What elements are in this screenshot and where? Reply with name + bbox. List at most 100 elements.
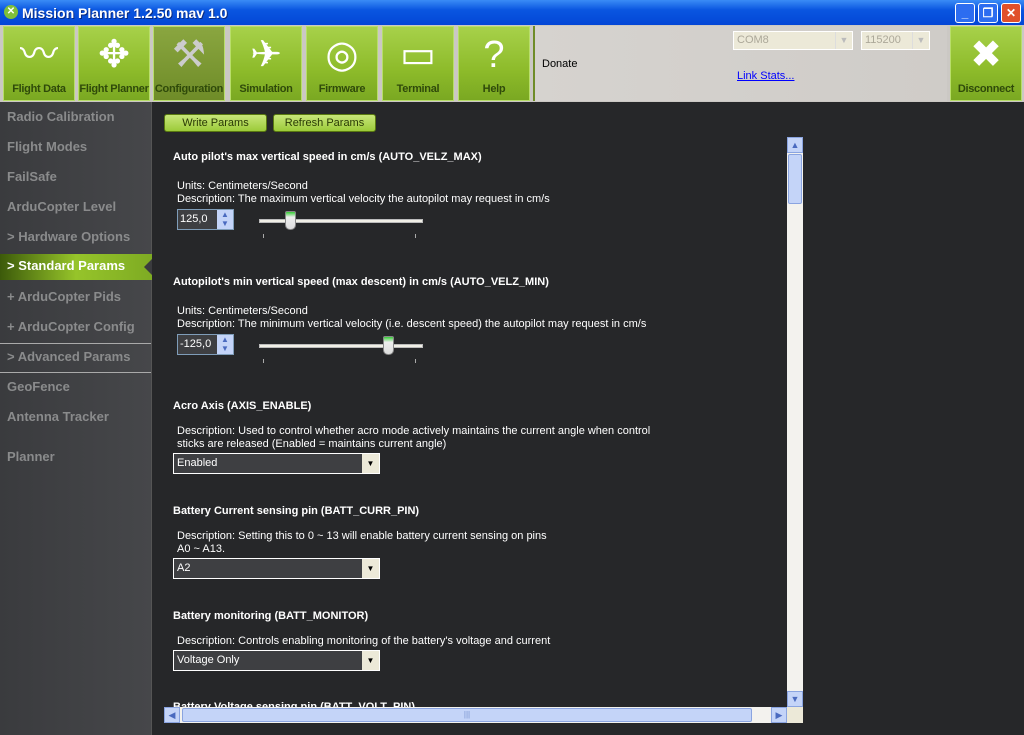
param-description: Description: Setting this to 0 ~ 13 will… (177, 530, 547, 542)
terminal-button[interactable]: ▭ Terminal (382, 26, 454, 101)
spinner-arrows-icon[interactable]: ▲ ▼ (217, 335, 233, 354)
auto-velz-min-slider[interactable] (259, 336, 423, 366)
chevron-down-icon: ▼ (912, 32, 929, 49)
selection-notch-icon (144, 259, 152, 275)
batt-monitor-select[interactable]: Voltage Only ▼ (173, 650, 380, 671)
refresh-params-button[interactable]: Refresh Params (273, 114, 376, 132)
simulation-button[interactable]: ✈ Simulation (230, 26, 302, 101)
sidebar-item-arducopter-pids[interactable]: + ArduCopter Pids (7, 289, 121, 304)
slider-tick (263, 359, 264, 363)
flight-planner-button[interactable]: ✥ Flight Planner (78, 26, 150, 101)
slider-track (259, 344, 423, 348)
sidebar-item-label: > Standard Params (7, 258, 126, 273)
scroll-thumb[interactable]: ||| (182, 708, 752, 722)
write-params-button[interactable]: Write Params (164, 114, 267, 132)
auto-velz-max-slider[interactable] (259, 211, 423, 241)
sidebar-item-advanced-params[interactable]: > Advanced Params (7, 349, 130, 364)
param-value: 125,0 (180, 213, 208, 225)
param-title: Battery Current sensing pin (BATT_CURR_P… (173, 505, 420, 517)
firmware-button[interactable]: ◎ Firmware (306, 26, 378, 101)
scroll-corner (787, 707, 803, 723)
main-toolbar: 〰 Flight Data ✥ Flight Planner ⚒ Configurat… (0, 25, 1024, 102)
help-button[interactable]: ? Help (458, 26, 530, 101)
configuration-button[interactable]: ⚒ Configuration (153, 26, 225, 101)
param-description: A0 ~ A13. (177, 543, 226, 555)
param-description: Description: The maximum vertical veloci… (177, 193, 550, 205)
sidebar-item-hardware-options[interactable]: > Hardware Options (7, 229, 130, 244)
pulse-icon: 〰 (19, 34, 58, 76)
param-title: Acro Axis (AXIS_ENABLE) (173, 400, 312, 412)
computer-plane-icon: ✈ (250, 34, 282, 76)
divider (0, 343, 151, 344)
compass-icon: ✥ (98, 34, 130, 76)
param-value: -125,0 (180, 338, 212, 350)
scroll-left-icon[interactable]: ◀ (164, 707, 180, 723)
app-logo-icon: ✕ (4, 5, 18, 19)
batt-curr-pin-select[interactable]: A2 ▼ (173, 558, 380, 579)
port-select[interactable]: COM8 ▼ (733, 31, 853, 50)
sidebar-item-geofence[interactable]: GeoFence (7, 379, 70, 394)
sidebar-item-arducopter-level[interactable]: ArduCopter Level (7, 199, 116, 214)
param-description: Description: The minimum vertical veloci… (177, 318, 647, 330)
scroll-up-icon[interactable]: ▲ (787, 137, 803, 153)
param-units: Units: Centimeters/Second (177, 180, 308, 192)
chevron-down-icon: ▼ (835, 32, 852, 49)
param-value: Enabled (177, 457, 218, 469)
button-label: Flight Data (12, 83, 66, 95)
restore-button[interactable]: ❐ (978, 3, 998, 23)
slider-thumb[interactable] (285, 211, 297, 230)
close-button[interactable]: ✕ (1001, 3, 1021, 23)
scroll-down-icon[interactable]: ▼ (787, 691, 803, 707)
chevron-down-icon: ▼ (362, 454, 379, 473)
disconnect-button[interactable]: ✖ Disconnect (950, 26, 1022, 101)
wrench-icon: ⚒ (171, 34, 207, 76)
param-description: Description: Controls enabling monitorin… (177, 635, 551, 647)
sidebar-item-standard-params[interactable]: > Standard Params (0, 254, 152, 280)
slider-tick (415, 359, 416, 363)
title-bar: ✕ Mission Planner 1.2.50 mav 1.0 _ ❐ ✕ (0, 0, 1024, 25)
spinner-arrows-icon[interactable]: ▲ ▼ (217, 210, 233, 229)
disc-icon: ◎ (325, 34, 359, 76)
terminal-icon: ▭ (400, 34, 436, 76)
auto-velz-max-input[interactable]: 125,0 ▲ ▼ (177, 209, 234, 230)
minimize-button[interactable]: _ (955, 3, 975, 23)
param-description: sticks are released (Enabled = maintains… (177, 438, 447, 450)
vertical-scrollbar[interactable]: ▲ ▼ (787, 137, 803, 707)
sidebar-item-arducopter-config[interactable]: + ArduCopter Config (7, 319, 135, 334)
param-title: Battery monitoring (BATT_MONITOR) (173, 610, 369, 622)
button-label: Disconnect (957, 83, 1015, 95)
scroll-right-icon[interactable]: ▶ (771, 707, 787, 723)
scroll-thumb[interactable] (788, 154, 802, 204)
sidebar: Radio Calibration Flight Modes FailSafe … (0, 102, 152, 735)
button-label: Flight Planner (79, 83, 149, 95)
param-value: Voltage Only (177, 654, 240, 666)
param-title: Autopilot's min vertical speed (max desc… (173, 276, 549, 288)
auto-velz-min-input[interactable]: -125,0 ▲ ▼ (177, 334, 234, 355)
param-title: Auto pilot's max vertical speed in cm/s … (173, 151, 482, 163)
sidebar-item-planner[interactable]: Planner (7, 449, 55, 464)
sidebar-item-failsafe[interactable]: FailSafe (7, 169, 57, 184)
divider (0, 372, 151, 373)
link-stats-link[interactable]: Link Stats... (737, 70, 794, 82)
baud-select[interactable]: 115200 ▼ (861, 31, 930, 50)
chevron-down-icon: ▼ (362, 559, 379, 578)
button-label: Firmware (318, 83, 366, 95)
chevron-down-icon: ▼ (362, 651, 379, 670)
horizontal-scrollbar[interactable]: ◀ ||| ▶ (164, 707, 787, 723)
slider-tick (263, 234, 264, 238)
button-label: Terminal (396, 83, 440, 95)
question-icon: ? (483, 34, 505, 76)
button-label: Help (482, 83, 506, 95)
button-label: Configuration (154, 83, 224, 95)
sidebar-item-flight-modes[interactable]: Flight Modes (7, 139, 87, 154)
axis-enable-select[interactable]: Enabled ▼ (173, 453, 380, 474)
param-value: A2 (177, 562, 191, 574)
plug-icon: ✖ (970, 34, 1002, 76)
slider-track (259, 219, 423, 223)
sidebar-item-antenna-tracker[interactable]: Antenna Tracker (7, 409, 109, 424)
flight-data-button[interactable]: 〰 Flight Data (3, 26, 75, 101)
slider-thumb[interactable] (382, 336, 394, 355)
sidebar-item-radio-calibration[interactable]: Radio Calibration (7, 109, 115, 124)
window-title: Mission Planner 1.2.50 mav 1.0 (22, 5, 228, 21)
donate-link[interactable]: Donate (542, 58, 577, 70)
